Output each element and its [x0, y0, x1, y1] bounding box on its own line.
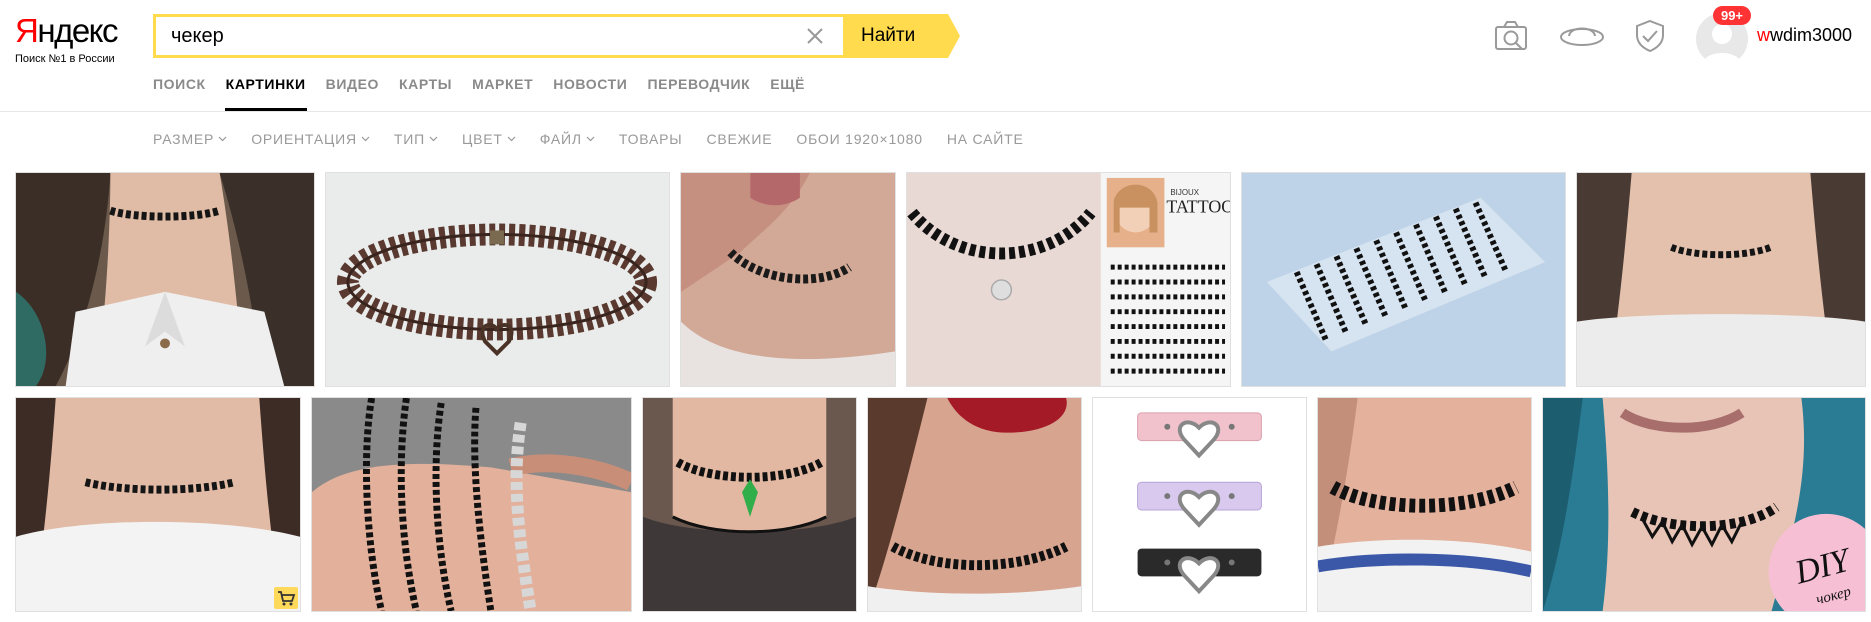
filter-size[interactable]: Размер [153, 131, 227, 147]
tattoo-title-text: TATTOO [1166, 197, 1230, 217]
filter-bar: Размер Ориентация Тип Цвет Файл Товары С… [153, 127, 1048, 151]
tab-search[interactable]: Поиск [153, 73, 206, 111]
tab-images[interactable]: Картинки [224, 73, 307, 111]
search-button[interactable]: Найти [843, 14, 960, 58]
filter-label: Размер [153, 131, 215, 147]
filter-label: Тип [393, 131, 425, 147]
tab-news[interactable]: Новости [553, 73, 627, 111]
image-thumbnail[interactable] [311, 397, 632, 612]
filter-file[interactable]: Файл [540, 131, 595, 147]
image-thumbnail[interactable] [680, 172, 896, 387]
service-tabs: Поиск Картинки Видео Карты Маркет Новост… [153, 73, 825, 111]
image-thumbnail[interactable]: BIJOUX TATTOO [906, 172, 1231, 387]
tab-more[interactable]: Ещё [770, 73, 805, 111]
username-first-letter: w [1757, 25, 1770, 45]
shield-icon[interactable] [1632, 18, 1668, 54]
search-box [153, 14, 843, 58]
chevron-down-icon [586, 136, 595, 142]
image-thumbnail[interactable] [1092, 397, 1307, 612]
header-tools: 99+ wwdim3000 [1481, 0, 1871, 75]
filter-orientation[interactable]: Ориентация [251, 131, 370, 147]
image-thumbnail[interactable] [867, 397, 1082, 612]
filter-wallpaper[interactable]: Обои 1920×1080 [796, 131, 922, 147]
username-rest: wdim3000 [1770, 25, 1853, 45]
chevron-down-icon [218, 136, 227, 142]
image-thumbnail[interactable] [15, 172, 315, 387]
header: Яндекс Поиск №1 в России Найти Поиск Кар… [0, 0, 1871, 112]
filter-fresh[interactable]: Свежие [706, 131, 772, 147]
image-thumbnail[interactable] [642, 397, 857, 612]
chevron-down-icon [361, 136, 370, 142]
logo-wordmark: Яндекс [15, 12, 135, 50]
logo-tagline: Поиск №1 в России [15, 53, 115, 65]
chevron-down-icon [429, 136, 438, 142]
image-thumbnail[interactable] [1576, 172, 1866, 387]
search-input[interactable] [156, 17, 776, 55]
logo-rest: ндекс [37, 12, 118, 49]
tab-translate[interactable]: Переводчик [647, 73, 750, 111]
yandex-logo[interactable]: Яндекс Поиск №1 в России [15, 12, 135, 65]
clear-icon[interactable] [804, 25, 826, 47]
filter-on-site[interactable]: На сайте [947, 131, 1024, 147]
image-thumbnail[interactable] [1317, 397, 1532, 612]
planet-icon[interactable] [1559, 18, 1605, 54]
filter-goods[interactable]: Товары [619, 131, 683, 147]
image-thumbnail[interactable] [15, 397, 301, 612]
chevron-down-icon [507, 136, 516, 142]
tab-market[interactable]: Маркет [472, 73, 533, 111]
filter-label: Ориентация [251, 131, 357, 147]
tab-video[interactable]: Видео [326, 73, 379, 111]
notifications-badge[interactable]: 99+ [1713, 6, 1751, 25]
search-form: Найти [153, 14, 960, 58]
cart-icon[interactable] [274, 587, 298, 609]
filter-color[interactable]: Цвет [462, 131, 516, 147]
image-thumbnail[interactable]: DIY чокер [1542, 397, 1866, 612]
image-thumbnail[interactable] [325, 172, 670, 387]
tattoo-brand-text: BIJOUX [1170, 188, 1199, 197]
filter-type[interactable]: Тип [394, 131, 438, 147]
username-link[interactable]: wwdim3000 [1757, 25, 1852, 46]
image-thumbnail[interactable] [1241, 172, 1566, 387]
filter-label: Файл [539, 131, 582, 147]
logo-first-letter: Я [15, 12, 39, 49]
tab-maps[interactable]: Карты [399, 73, 452, 111]
filter-label: Цвет [461, 131, 503, 147]
camera-icon[interactable] [1493, 18, 1529, 54]
